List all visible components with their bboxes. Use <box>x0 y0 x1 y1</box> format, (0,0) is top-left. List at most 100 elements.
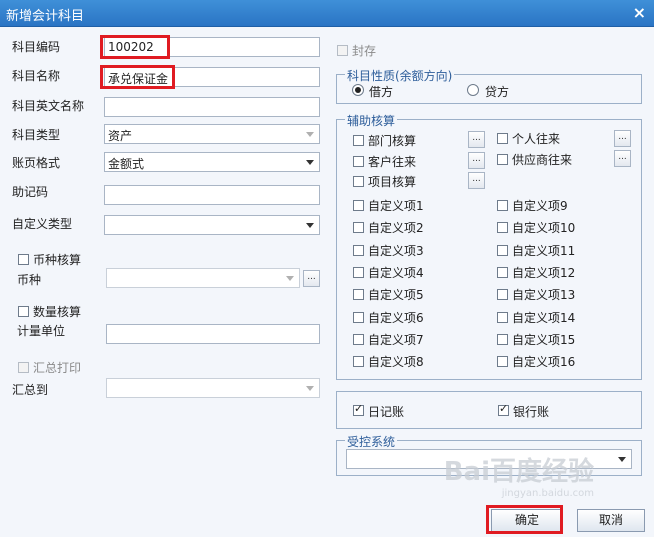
dept-checkbox[interactable] <box>353 135 364 146</box>
customer-label: 客户往来 <box>368 155 417 169</box>
currency-accounting-checkbox[interactable] <box>18 254 29 265</box>
english-name-input[interactable] <box>104 97 320 117</box>
custom-item-checkbox[interactable] <box>353 244 364 256</box>
currency-accounting-label: 币种核算 <box>33 253 82 267</box>
watermark-text: Bai百度经验 <box>443 457 594 487</box>
custom-item-checkbox[interactable] <box>497 244 508 256</box>
supplier-checkbox[interactable] <box>497 154 508 165</box>
chevron-down-icon <box>306 160 314 165</box>
cancel-button[interactable]: 取消 <box>577 509 645 532</box>
custom-item-checkbox[interactable] <box>497 222 508 234</box>
radio-selected-dot <box>355 87 361 93</box>
custom-item-label: 自定义项9 <box>512 199 568 213</box>
type-select[interactable]: 资产 <box>104 124 320 144</box>
credit-radio[interactable] <box>467 84 479 96</box>
aux-legend: 辅助核算 <box>345 112 398 129</box>
unit-input[interactable] <box>106 324 320 344</box>
personal-checkbox[interactable] <box>497 133 508 144</box>
custom-item-checkbox[interactable] <box>353 266 364 278</box>
custom-item-label: 自定义项10 <box>512 221 576 236</box>
watermark-logo: Bai百度经验 jingyan.baidu.com <box>444 451 594 499</box>
custom-item-label: 自定义项16 <box>512 355 576 370</box>
code-highlight <box>100 35 170 59</box>
personal-label: 个人往来 <box>512 132 561 146</box>
controlled-legend: 受控系统 <box>345 433 398 450</box>
chevron-down-icon <box>306 386 314 391</box>
quantity-accounting-checkbox[interactable] <box>18 306 29 317</box>
mnemonic-label: 助记码 <box>12 185 49 199</box>
sealed-label: 封存 <box>352 44 377 58</box>
code-label: 科目编码 <box>12 40 61 54</box>
english-name-label: 科目英文名称 <box>12 99 85 113</box>
summary-print-label: 汇总打印 <box>33 361 82 375</box>
supplier-browse-button[interactable]: ... <box>614 150 631 167</box>
customer-browse-button[interactable]: ... <box>468 152 485 169</box>
nature-legend: 科目性质(余额方向) <box>345 67 455 84</box>
summary-to-select[interactable] <box>106 378 320 398</box>
custom-item-label: 自定义项8 <box>368 355 424 370</box>
window-title: 新增会计科目 <box>6 9 85 24</box>
custom-item-checkbox[interactable] <box>497 356 508 368</box>
custom-item-checkbox[interactable] <box>353 200 364 211</box>
custom-item-label: 自定义项3 <box>368 243 424 258</box>
custom-item-checkbox[interactable] <box>497 333 508 345</box>
journal-checkbox[interactable]: ✓ <box>353 402 364 416</box>
project-browse-button[interactable]: ... <box>468 172 485 189</box>
custom-item-label: 自定义项12 <box>512 265 576 280</box>
custom-type-select[interactable] <box>104 215 320 235</box>
supplier-label: 供应商往来 <box>512 153 573 167</box>
custom-item-checkbox[interactable] <box>353 356 364 368</box>
quantity-accounting-label: 数量核算 <box>33 305 82 319</box>
journal-label: 日记账 <box>368 405 405 419</box>
checkmark-icon: ✓ <box>354 402 364 415</box>
ok-highlight <box>486 505 563 534</box>
custom-item-checkbox[interactable] <box>353 222 364 234</box>
project-label: 项目核算 <box>368 175 417 189</box>
custom-item-label: 自定义项2 <box>368 221 424 236</box>
debit-label: 借方 <box>369 85 394 99</box>
close-icon[interactable]: × <box>633 3 646 22</box>
custom-item-label: 自定义项6 <box>368 310 424 325</box>
nature-group: 科目性质(余额方向) 借方 贷方 <box>336 67 642 104</box>
custom-item-checkbox[interactable] <box>497 266 508 278</box>
page-format-label: 账页格式 <box>12 156 61 170</box>
chevron-down-icon <box>306 223 314 228</box>
custom-item-label: 自定义项15 <box>512 332 576 347</box>
custom-item-checkbox[interactable] <box>353 333 364 345</box>
currency-select[interactable] <box>106 268 300 288</box>
credit-label: 贷方 <box>485 85 510 99</box>
custom-item-checkbox[interactable] <box>353 289 364 301</box>
custom-item-label: 自定义项5 <box>368 288 424 303</box>
currency-browse-button[interactable]: ... <box>303 270 320 287</box>
journal-bank-group: ✓ 日记账 ✓ 银行账 <box>336 391 642 429</box>
custom-item-label: 自定义项7 <box>368 332 424 347</box>
summary-to-label: 汇总到 <box>12 383 49 397</box>
title-bar: 新增会计科目 × <box>0 0 654 27</box>
customer-checkbox[interactable] <box>353 156 364 167</box>
sealed-checkbox[interactable] <box>337 45 348 56</box>
bank-checkbox[interactable]: ✓ <box>498 402 509 416</box>
summary-print-checkbox[interactable] <box>18 362 29 373</box>
bank-label: 银行账 <box>513 405 550 419</box>
custom-item-label: 自定义项1 <box>368 199 424 213</box>
mnemonic-input[interactable] <box>104 185 320 205</box>
name-highlight <box>100 65 175 89</box>
project-checkbox[interactable] <box>353 176 364 187</box>
chevron-down-icon <box>306 132 314 137</box>
personal-browse-button[interactable]: ... <box>614 130 631 147</box>
custom-item-label: 自定义项4 <box>368 265 424 280</box>
dept-browse-button[interactable]: ... <box>468 131 485 148</box>
custom-item-label: 自定义项11 <box>512 243 576 258</box>
page-format-select[interactable]: 金额式 <box>104 152 320 172</box>
custom-item-checkbox[interactable] <box>497 200 508 211</box>
chevron-down-icon <box>618 457 626 462</box>
debit-radio[interactable] <box>352 84 364 96</box>
custom-item-checkbox[interactable] <box>353 311 364 323</box>
custom-item-checkbox[interactable] <box>497 289 508 301</box>
custom-item-checkbox[interactable] <box>497 311 508 323</box>
type-value: 资产 <box>108 129 133 143</box>
name-label: 科目名称 <box>12 69 61 83</box>
watermark-url: jingyan.baidu.com <box>501 488 594 499</box>
type-label: 科目类型 <box>12 128 61 142</box>
chevron-down-icon <box>286 276 294 281</box>
